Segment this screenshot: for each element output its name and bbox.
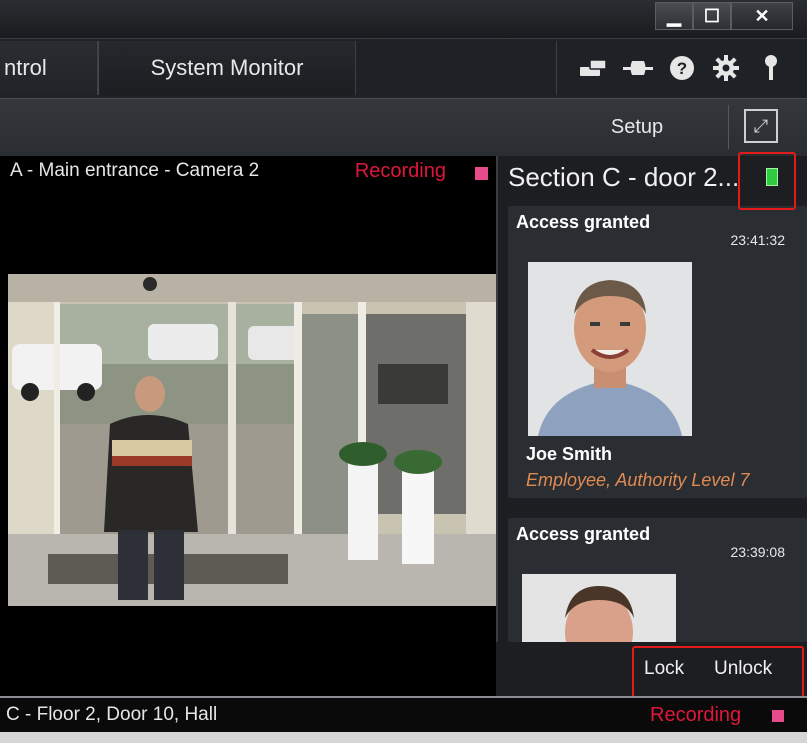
- camera-title: C - Floor 2, Door 10, Hall: [6, 704, 218, 725]
- camera-header: A - Main entrance - Camera 2 Recording: [0, 156, 496, 188]
- recording-indicator: [475, 167, 488, 180]
- door-title: Section C - door 2...: [508, 162, 740, 192]
- camera-video-feed[interactable]: [8, 274, 496, 606]
- title-bar: ▁ ☐ ✕: [0, 0, 807, 38]
- access-event-card[interactable]: Access granted 23:41:32 Joe Smith Employ…: [508, 206, 807, 498]
- recording-indicator: [772, 710, 784, 722]
- annotation-frame-lock-controls: [632, 646, 804, 698]
- svg-text:?: ?: [677, 59, 687, 78]
- close-button[interactable]: ✕: [731, 2, 793, 30]
- event-status: Access granted: [516, 524, 651, 544]
- camera-title: A - Main entrance - Camera 2: [10, 160, 260, 181]
- annotation-frame-door-icon: [738, 152, 796, 210]
- pin-icon[interactable]: [755, 52, 787, 84]
- help-icon[interactable]: ?: [666, 52, 698, 84]
- maximize-button[interactable]: ☐: [693, 2, 731, 30]
- toolbar: Setup ⤢: [0, 98, 807, 156]
- person-role: Employee, Authority Level 7: [526, 470, 750, 490]
- header-icon-group: ?: [556, 41, 807, 95]
- access-event-card[interactable]: Access granted 23:39:08: [508, 518, 807, 644]
- camera-view-main[interactable]: A - Main entrance - Camera 2 Recording: [0, 156, 496, 696]
- access-control-panel: Section C - door 2... Access granted 23:…: [496, 156, 807, 696]
- event-time: 23:41:32: [730, 232, 786, 248]
- settings-icon[interactable]: [710, 52, 742, 84]
- tab-system-monitor[interactable]: System Monitor: [98, 41, 356, 95]
- window-controls: ▁ ☐ ✕: [655, 2, 793, 32]
- minimize-button[interactable]: ▁: [655, 2, 693, 30]
- tab-control[interactable]: ntrol: [0, 41, 98, 95]
- tab-bar: ntrol System Monitor ?: [0, 38, 807, 98]
- background-strip: [0, 732, 807, 743]
- devices-icon[interactable]: [577, 52, 609, 84]
- setup-button[interactable]: Setup: [596, 109, 678, 145]
- camera-view-secondary[interactable]: C - Floor 2, Door 10, Hall Recording: [0, 696, 807, 732]
- recording-label: Recording: [650, 704, 742, 726]
- person-name: Joe Smith: [526, 444, 613, 464]
- connection-icon[interactable]: [622, 52, 654, 84]
- fullscreen-button[interactable]: ⤢: [744, 109, 778, 143]
- event-status: Access granted: [516, 212, 651, 232]
- person-photo: [522, 574, 676, 644]
- event-time: 23:39:08: [730, 544, 786, 560]
- recording-label: Recording: [354, 160, 446, 182]
- person-photo: [528, 262, 692, 436]
- toolbar-divider: [728, 105, 729, 149]
